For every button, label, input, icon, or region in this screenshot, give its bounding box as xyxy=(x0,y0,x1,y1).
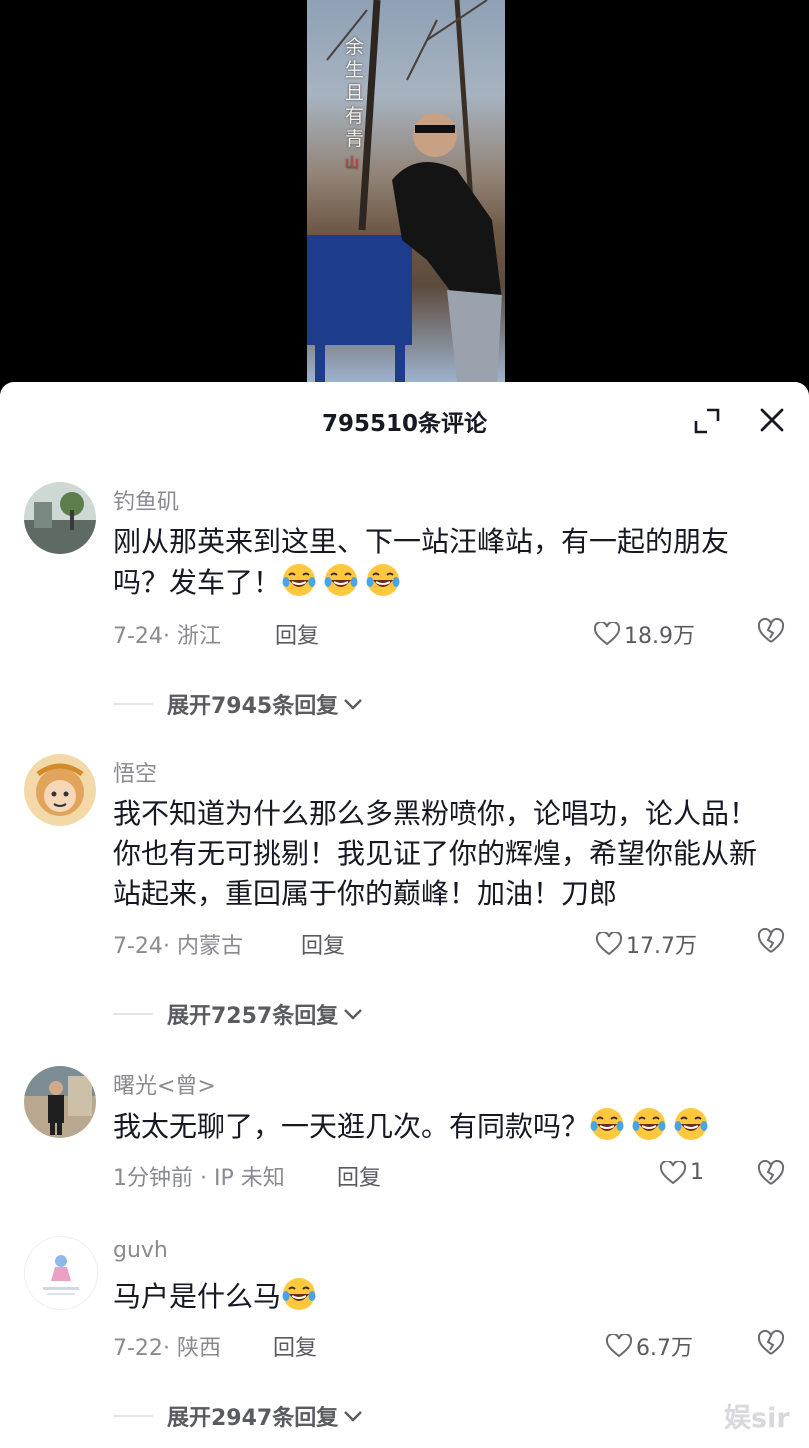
laughing-crying-emoji-icon xyxy=(631,1106,667,1142)
video-scene xyxy=(307,0,502,382)
like-button[interactable]: 17.7万 xyxy=(596,928,697,960)
expand-replies-button[interactable]: 展开2947条回复 xyxy=(113,1400,364,1432)
reply-button[interactable]: 回复 xyxy=(337,1160,381,1192)
avatar[interactable] xyxy=(24,482,96,554)
like-button[interactable]: 18.9万 xyxy=(594,618,695,650)
comment-meta: 1分钟前 · IP 未知 xyxy=(113,1166,285,1191)
comment-text: 刚从那英来到这里、下一站汪峰站，有一起的朋友吗？发车了！ xyxy=(113,525,730,599)
video-overlay-text: 余生且有青 山 xyxy=(345,36,365,172)
like-count: 17.7万 xyxy=(626,934,697,959)
chevron-down-icon xyxy=(344,699,363,710)
laughing-crying-emoji-icon xyxy=(281,562,317,598)
comment-username[interactable]: 钓鱼矶 xyxy=(113,484,179,516)
laughing-crying-emoji-icon xyxy=(589,1106,625,1142)
laughing-crying-emoji-icon xyxy=(323,562,359,598)
video-player[interactable]: 余生且有青 山 xyxy=(0,0,809,382)
video-overlay-red-text: 山 xyxy=(345,156,359,172)
comment-text: 我太无聊了，一天逛几次。有同款吗？ xyxy=(113,1106,783,1147)
like-button[interactable]: 6.7万 xyxy=(606,1330,693,1362)
expand-replies-button[interactable]: 展开7257条回复 xyxy=(113,998,364,1030)
divider xyxy=(113,1415,153,1417)
like-count: 6.7万 xyxy=(636,1336,693,1361)
divider xyxy=(113,703,153,705)
like-count: 1 xyxy=(690,1160,704,1185)
avatar[interactable] xyxy=(24,1066,96,1138)
broken-heart-icon[interactable] xyxy=(757,1160,785,1186)
avatar[interactable] xyxy=(24,1236,98,1310)
reply-button[interactable]: 回复 xyxy=(273,1330,317,1362)
heart-icon xyxy=(660,1160,686,1184)
broken-heart-icon[interactable] xyxy=(757,928,785,954)
broken-heart-icon[interactable] xyxy=(757,618,785,644)
comment-meta: 7-22· 陕西 xyxy=(113,1336,221,1361)
comment-sheet-header: 795510条评论 xyxy=(0,382,809,460)
comment-username[interactable]: 悟空 xyxy=(113,756,157,788)
video-frame[interactable]: 余生且有青 山 xyxy=(307,0,505,382)
comment-text: 马户是什么马 xyxy=(113,1276,783,1317)
close-icon[interactable] xyxy=(758,406,786,434)
expand-replies-button[interactable]: 展开7945条回复 xyxy=(113,688,364,720)
comment-sheet: 795510条评论 钓鱼矶 刚从那英来到这里、下一站汪峰站，有一起的朋友吗？发车… xyxy=(0,382,809,1448)
comment-meta: 7-24· 浙江 xyxy=(113,624,221,649)
laughing-crying-emoji-icon xyxy=(281,1276,317,1312)
comment-count-title: 795510条评论 xyxy=(321,411,488,437)
comment-username[interactable]: guvh xyxy=(113,1238,168,1263)
watermark: 娱sir xyxy=(724,1403,790,1434)
laughing-crying-emoji-icon xyxy=(673,1106,709,1142)
heart-icon xyxy=(606,1334,632,1358)
chevron-down-icon xyxy=(344,1411,363,1422)
chevron-down-icon xyxy=(344,1009,363,1020)
broken-heart-icon[interactable] xyxy=(757,1330,785,1356)
heart-icon xyxy=(596,932,622,956)
like-button[interactable]: 1 xyxy=(660,1160,704,1185)
heart-icon xyxy=(594,622,620,646)
expand-icon[interactable] xyxy=(693,407,721,435)
reply-button[interactable]: 回复 xyxy=(301,928,345,960)
comment-username[interactable]: 曙光<曾> xyxy=(113,1068,216,1100)
laughing-crying-emoji-icon xyxy=(365,562,401,598)
reply-button[interactable]: 回复 xyxy=(275,618,319,650)
avatar[interactable] xyxy=(24,754,96,826)
comment-text: 我不知道为什么那么多黑粉喷你，论唱功，论人品！你也有无可挑剔！我见证了你的辉煌，… xyxy=(113,797,758,910)
comment-meta: 7-24· 内蒙古 xyxy=(113,934,243,959)
divider xyxy=(113,1013,153,1015)
like-count: 18.9万 xyxy=(624,624,695,649)
